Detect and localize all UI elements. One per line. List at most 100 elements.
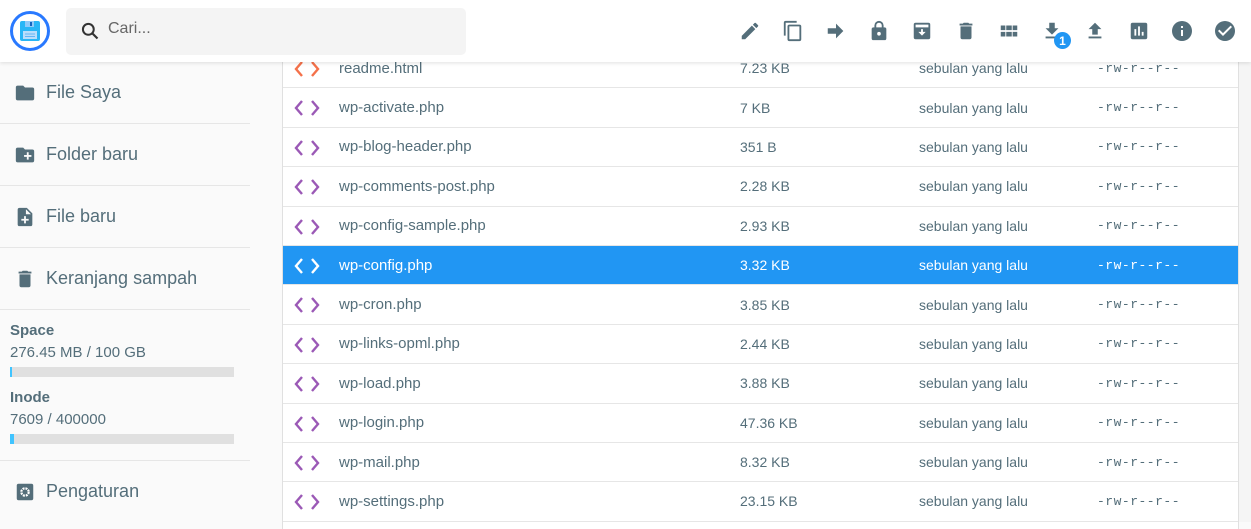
arrow-right-icon (827, 23, 844, 39)
search-icon (81, 22, 99, 40)
file-size: 23.15 KB (740, 493, 798, 510)
code-file-icon (294, 258, 320, 274)
scrollbar[interactable] (1239, 62, 1251, 522)
file-row[interactable]: wp-blog-header.php 351 B sebulan yang la… (283, 128, 1238, 168)
check-circle-icon (1215, 21, 1235, 41)
file-size: 8.32 KB (740, 454, 790, 471)
sidebar-item-label: Folder baru (46, 144, 139, 164)
file-row[interactable]: wp-links-opml.php 2.44 KB sebulan yang l… (283, 325, 1238, 365)
code-file-icon (294, 100, 320, 117)
delete-button[interactable] (953, 18, 979, 44)
file-permissions: -rw-r--r-- (1097, 178, 1181, 194)
code-file-icon (294, 455, 320, 471)
code-file-icon (294, 336, 320, 353)
select-button[interactable] (1212, 18, 1238, 44)
code-file-icon (294, 297, 320, 314)
file-modified: sebulan yang lalu (919, 138, 1028, 155)
code-file-icon (294, 494, 320, 511)
file-name[interactable]: wp-cron.php (339, 296, 422, 313)
file-permissions: -rw-r--r-- (1097, 257, 1181, 273)
sidebar-item-keranjang-sampah[interactable]: Keranjang sampah (0, 248, 250, 310)
file-size: 351 B (740, 138, 777, 155)
code-file-icon (294, 376, 320, 392)
permissions-button[interactable] (866, 18, 892, 44)
folder-icon (15, 85, 35, 100)
file-name[interactable]: wp-mail.php (339, 454, 420, 471)
inode-label: Inode (10, 389, 50, 406)
file-row[interactable]: wp-comments-post.php 2.28 KB sebulan yan… (283, 167, 1238, 207)
file-name[interactable]: wp-settings.php (339, 493, 444, 510)
sidebar-item-label: File Saya (46, 82, 122, 102)
file-name[interactable]: wp-blog-header.php (339, 138, 472, 155)
copy-button[interactable] (780, 18, 806, 44)
edit-button[interactable] (737, 18, 763, 44)
sidebar: File Saya Folder baru File baru Keranjan… (0, 62, 250, 522)
trash-icon (959, 22, 973, 40)
file-modified: sebulan yang lalu (919, 217, 1028, 234)
file-row[interactable]: wp-login.php 47.36 KB sebulan yang lalu … (283, 404, 1238, 443)
info-icon (1172, 21, 1192, 41)
file-row[interactable]: wp-config.php 3.32 KB sebulan yang lalu … (283, 245, 1238, 286)
file-name[interactable]: wp-comments-post.php (339, 178, 495, 195)
upload-button[interactable] (1082, 18, 1108, 44)
file-modified: sebulan yang lalu (919, 414, 1028, 431)
search-input[interactable] (108, 20, 438, 38)
sidebar-item-label: Keranjang sampah (46, 268, 198, 288)
file-modified: sebulan yang lalu (919, 178, 1028, 195)
file-modified: sebulan yang lalu (919, 99, 1028, 116)
file-size: 7 KB (740, 99, 771, 116)
file-name[interactable]: wp-links-opml.php (339, 335, 460, 352)
file-name[interactable]: wp-config.php (339, 257, 432, 274)
file-permissions: -rw-r--r-- (1097, 60, 1181, 76)
file-row[interactable]: wp-activate.php 7 KB sebulan yang lalu -… (283, 88, 1238, 128)
trash-icon (18, 270, 32, 287)
file-list: readme.html 7.23 KB sebulan yang lalu -r… (282, 49, 1239, 529)
view-mode-button[interactable] (996, 18, 1022, 44)
copy-icon (783, 20, 802, 42)
folder-plus-icon (15, 147, 35, 162)
file-permissions: -rw-r--r-- (1097, 454, 1181, 470)
sidebar-item-file-saya[interactable]: File Saya (0, 62, 250, 124)
file-permissions: -rw-r--r-- (1097, 139, 1181, 155)
file-row[interactable]: wp-load.php 3.88 KB sebulan yang lalu -r… (283, 364, 1238, 404)
usage-chart-button[interactable] (1126, 18, 1152, 44)
file-name[interactable]: wp-activate.php (339, 99, 444, 116)
file-size: 7.23 KB (740, 60, 790, 77)
floppy-disk-icon (20, 21, 40, 41)
file-row[interactable]: wp-config-sample.php 2.93 KB sebulan yan… (283, 207, 1238, 246)
sidebar-item-pengaturan[interactable]: Pengaturan (0, 460, 250, 522)
file-size: 2.28 KB (740, 178, 790, 195)
file-row[interactable]: wp-settings.php 23.15 KB sebulan yang la… (283, 482, 1238, 522)
file-name[interactable]: wp-login.php (339, 414, 424, 431)
download-button[interactable]: 1 (1039, 18, 1071, 49)
file-name[interactable]: wp-config-sample.php (339, 217, 486, 234)
app-logo[interactable] (10, 11, 50, 51)
space-value: 276.45 MB / 100 GB (10, 344, 146, 361)
upload-icon (1088, 22, 1102, 39)
header: 1 (0, 0, 1251, 62)
bar-chart-icon (1130, 22, 1148, 40)
file-size: 2.93 KB (740, 217, 790, 234)
space-usage: Space 276.45 MB / 100 GB Inode 7609 / 40… (0, 322, 250, 444)
code-file-icon (294, 218, 320, 235)
file-row[interactable]: wp-cron.php 3.85 KB sebulan yang lalu -r… (283, 285, 1238, 325)
file-name[interactable]: wp-load.php (339, 375, 421, 392)
file-name[interactable]: readme.html (339, 60, 422, 77)
search-box[interactable] (66, 8, 466, 55)
code-file-icon (294, 140, 320, 156)
move-button[interactable] (823, 18, 849, 44)
file-plus-icon (17, 207, 33, 226)
file-size: 3.85 KB (740, 296, 790, 313)
file-size: 2.44 KB (740, 335, 790, 352)
pencil-icon (741, 22, 759, 40)
sidebar-item-folder-baru[interactable]: Folder baru (0, 124, 250, 186)
settings-label: Pengaturan (46, 481, 140, 501)
code-file-icon (294, 179, 320, 195)
file-modified: sebulan yang lalu (919, 296, 1028, 313)
sidebar-item-file-baru[interactable]: File baru (0, 186, 250, 248)
info-button[interactable] (1169, 18, 1195, 44)
file-row[interactable]: wp-mail.php 8.32 KB sebulan yang lalu -r… (283, 443, 1238, 483)
file-size: 3.88 KB (740, 375, 790, 392)
archive-button[interactable] (909, 18, 935, 44)
download-count-badge: 1 (1054, 32, 1071, 49)
